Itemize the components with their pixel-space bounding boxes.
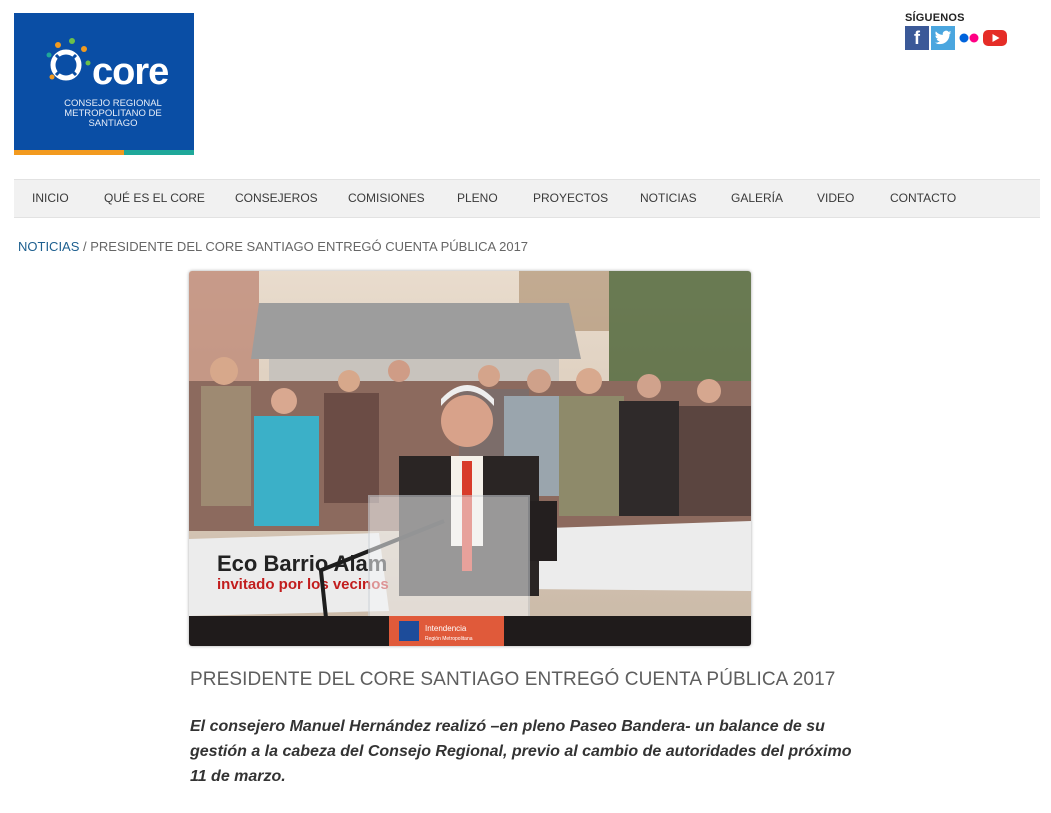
hero-photo-illustration: Eco Barrio Alam invitado por los vecinos…: [189, 271, 751, 646]
twitter-icon[interactable]: [931, 26, 955, 50]
nav-item-que-es-el-core[interactable]: QUÉ ES EL CORE: [104, 180, 205, 217]
nav-item-pleno[interactable]: PLENO: [457, 180, 498, 217]
nav-item-inicio[interactable]: INICIO: [32, 180, 69, 217]
breadcrumb: NOTICIAS / PRESIDENTE DEL CORE SANTIAGO …: [18, 239, 528, 254]
logo-subtitle: CONSEJO REGIONAL METROPOLITANO DE SANTIA…: [64, 98, 162, 129]
social-title: SÍGUENOS: [905, 12, 965, 24]
logo-wordmark: core: [92, 51, 169, 93]
nav-item-galeria[interactable]: GALERÍA: [731, 180, 783, 217]
nav-item-proyectos[interactable]: PROYECTOS: [533, 180, 608, 217]
logo-accent-orange: [14, 150, 124, 155]
article-title: PRESIDENTE DEL CORE SANTIAGO ENTREGÓ CUE…: [190, 669, 836, 690]
article-lead: El consejero Manuel Hernández realizó –e…: [190, 718, 852, 785]
social-links: SÍGUENOS f: [905, 12, 1007, 50]
youtube-icon[interactable]: [983, 26, 1007, 50]
core-logo[interactable]: core CONSEJO REGIONAL METROPOLITANO DE S…: [14, 13, 194, 155]
hero-banner-line2: invitado por los vecinos: [217, 576, 389, 593]
breadcrumb-separator: /: [79, 239, 91, 254]
facebook-icon[interactable]: f: [905, 26, 929, 50]
article-hero-image: Eco Barrio Alam invitado por los vecinos…: [189, 271, 751, 646]
logo-accent-teal: [124, 150, 194, 155]
main-nav: INICIO QUÉ ES EL CORE CONSEJEROS COMISIO…: [14, 179, 1040, 218]
nav-item-noticias[interactable]: NOTICIAS: [640, 180, 697, 217]
breadcrumb-current: PRESIDENTE DEL CORE SANTIAGO ENTREGÓ CUE…: [90, 239, 529, 254]
nav-item-consejeros[interactable]: CONSEJEROS: [235, 180, 318, 217]
flickr-icon[interactable]: [957, 26, 981, 50]
breadcrumb-noticias-link[interactable]: NOTICIAS: [18, 239, 79, 254]
nav-item-contacto[interactable]: CONTACTO: [890, 180, 956, 217]
nav-item-video[interactable]: VIDEO: [817, 180, 854, 217]
nav-item-comisiones[interactable]: COMISIONES: [348, 180, 425, 217]
podium-sub: Región Metropolitana: [425, 636, 473, 642]
podium-label: Intendencia: [425, 624, 467, 633]
